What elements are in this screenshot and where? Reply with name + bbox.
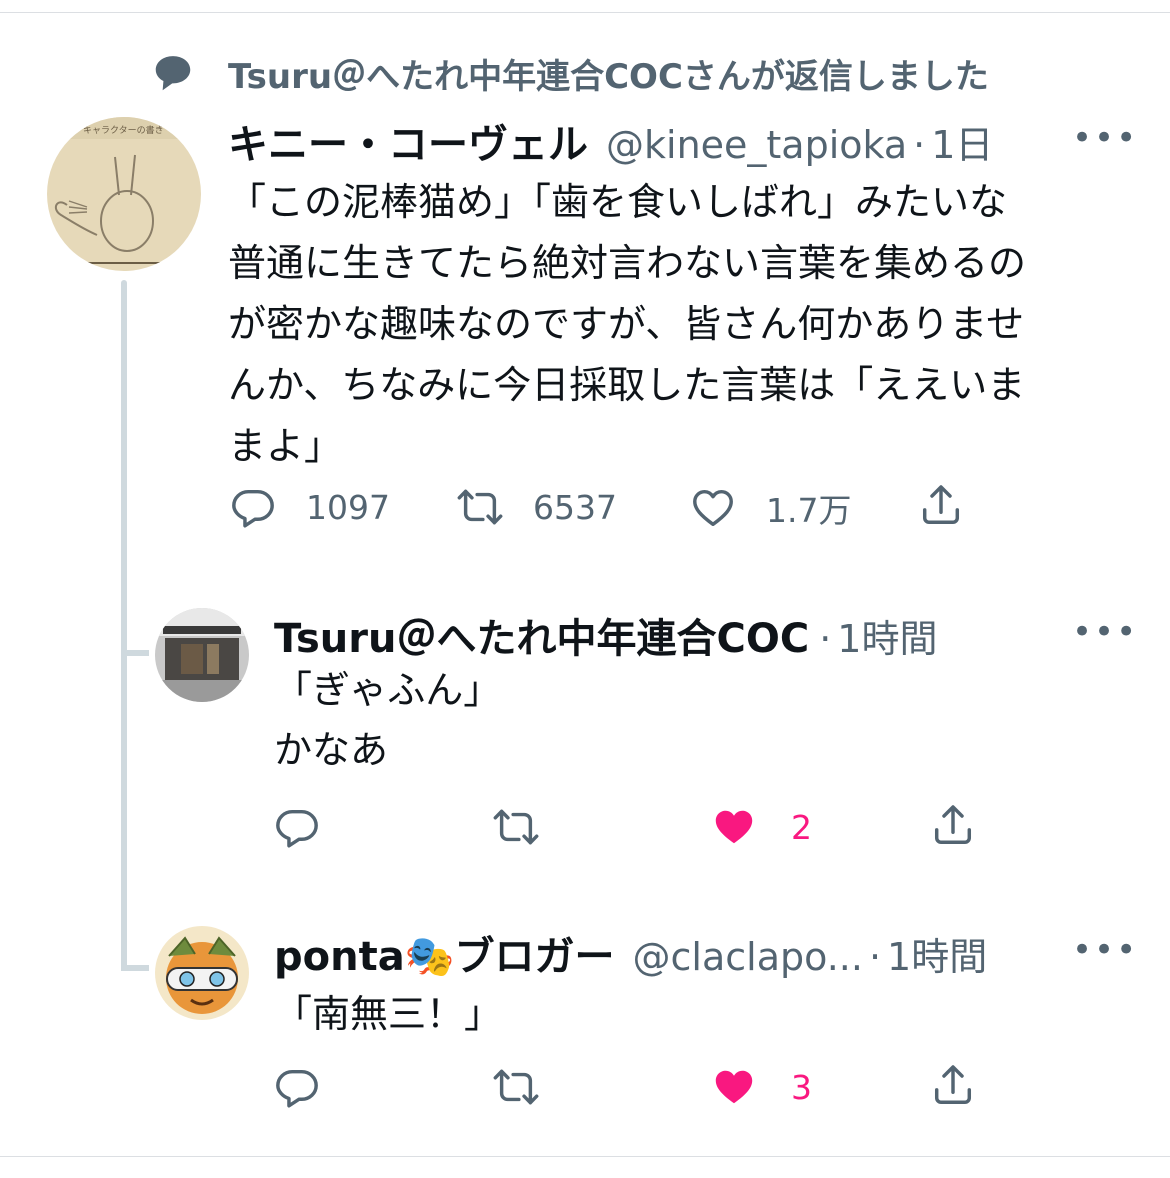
timestamp[interactable]: 1時間 xyxy=(887,926,987,981)
like-icon xyxy=(715,1070,753,1104)
retweet-count: 6537 xyxy=(533,487,617,527)
reply-count: 1097 xyxy=(306,487,390,527)
avatar[interactable]: キャラクターの書き xyxy=(47,117,201,271)
retweet-button[interactable] xyxy=(493,804,539,850)
share-button[interactable] xyxy=(930,1062,976,1108)
reply-button[interactable] xyxy=(274,1064,320,1110)
bottom-divider xyxy=(0,1156,1170,1157)
handle[interactable]: @claclapo... xyxy=(633,935,863,979)
tweet-actions: 1097 6537 1.7万 xyxy=(0,478,1170,538)
like-count: 3 xyxy=(791,1067,812,1107)
speech-bubble-icon xyxy=(155,56,191,91)
thread-branch xyxy=(121,965,149,971)
separator-dot: · xyxy=(913,123,926,167)
timestamp[interactable]: 1日 xyxy=(931,114,993,169)
timestamp[interactable]: 1時間 xyxy=(837,608,937,663)
like-count: 1.7万 xyxy=(766,491,852,530)
tweet-header: ponta🎭ブロガー @claclapo... · 1時間 xyxy=(274,924,987,982)
like-button[interactable]: 2 xyxy=(711,804,812,850)
thread-line xyxy=(121,280,127,970)
tweet-actions: 3 xyxy=(0,1058,1170,1118)
avatar[interactable] xyxy=(155,608,249,702)
tweet-text: 「この泥棒猫め」「歯を食いしばれ」みたいな 普通に生きてたら絶対言わない言葉を集… xyxy=(228,180,1027,468)
like-icon xyxy=(693,489,733,527)
reply-button[interactable] xyxy=(274,804,320,850)
more-icon[interactable]: ••• xyxy=(1072,612,1138,652)
retweet-icon xyxy=(493,809,539,845)
separator-dot: · xyxy=(868,935,882,979)
reply-icon xyxy=(276,1069,318,1108)
more-icon[interactable]: ••• xyxy=(1072,930,1138,970)
reply-icon xyxy=(232,489,274,528)
more-icon[interactable]: ••• xyxy=(1072,118,1138,158)
share-button[interactable] xyxy=(918,482,964,528)
tweet-text: 「南無三！」 xyxy=(274,992,503,1036)
svg-text:キャラクターの書き: キャラクターの書き xyxy=(83,124,164,136)
like-button[interactable]: 3 xyxy=(711,1064,812,1110)
display-name[interactable]: Tsuru＠へたれ中年連合COC xyxy=(274,606,809,664)
retweet-button[interactable]: 6537 xyxy=(457,484,617,530)
tweet-header: キニー・コーヴェル @kinee_tapioka · 1日 xyxy=(228,112,993,170)
like-icon xyxy=(715,810,753,844)
reply-button[interactable]: 1097 xyxy=(230,484,390,530)
tweet-actions: 2 xyxy=(0,798,1170,858)
like-count: 2 xyxy=(791,807,812,847)
like-button[interactable]: 1.7万 xyxy=(690,484,851,532)
tweet-header: Tsuru＠へたれ中年連合COC · 1時間 xyxy=(274,606,937,664)
share-button[interactable] xyxy=(930,802,976,848)
display-name[interactable]: ponta🎭ブロガー xyxy=(274,924,615,982)
avatar[interactable] xyxy=(155,926,249,1020)
separator-dot: · xyxy=(819,617,832,661)
reply-context: Tsuru＠へたれ中年連合COCさんが返信しました xyxy=(150,48,989,98)
retweet-button[interactable] xyxy=(493,1064,539,1110)
thread-branch xyxy=(121,650,149,656)
reply-context-text: Tsuru＠へたれ中年連合COCさんが返信しました xyxy=(228,56,989,97)
retweet-icon xyxy=(493,1069,539,1105)
share-icon xyxy=(922,485,960,524)
retweet-icon xyxy=(457,489,503,525)
top-divider xyxy=(0,12,1170,13)
reply-icon xyxy=(276,809,318,848)
handle[interactable]: @kinee_tapioka xyxy=(606,123,907,167)
share-icon xyxy=(934,1065,972,1104)
display-name[interactable]: キニー・コーヴェル xyxy=(228,112,588,170)
tweet-text: 「ぎゃふん」 かなあ xyxy=(274,668,502,772)
share-icon xyxy=(934,805,972,844)
